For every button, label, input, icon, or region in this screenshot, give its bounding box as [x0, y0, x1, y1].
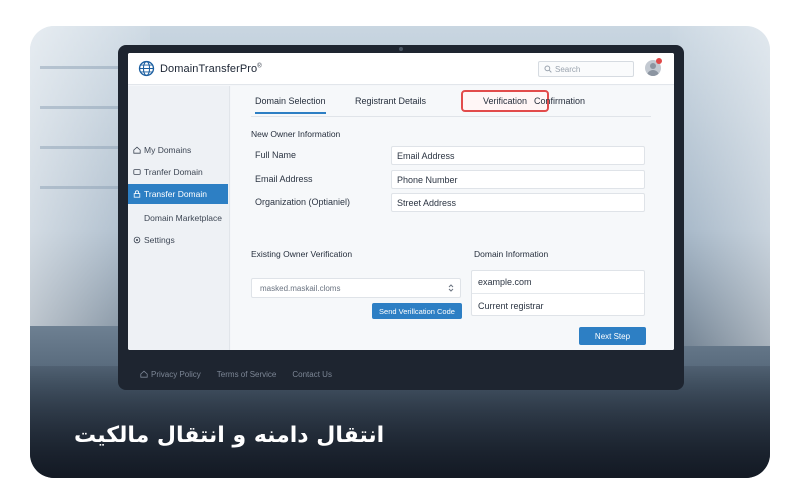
sidebar-item-label: Domain Marketplace	[144, 213, 222, 223]
tab-confirmation[interactable]: Confirmation	[534, 96, 585, 106]
background-window-right	[670, 26, 770, 346]
sidebar: My Domains Tranfer Domain Transfer Domai…	[128, 86, 230, 350]
sidebar-item-settings[interactable]: Settings	[128, 230, 228, 250]
brand-name: DomainTransferPro®	[160, 62, 262, 75]
domain-name: example.com	[478, 277, 532, 287]
tab-registrant-details[interactable]: Registrant Details	[355, 96, 426, 106]
footer-link-contact[interactable]: Contact Us	[292, 370, 332, 379]
sidebar-item-transfer-domain[interactable]: Transfer Domain	[128, 184, 228, 204]
search-placeholder: Search	[555, 64, 581, 74]
notification-badge	[656, 58, 662, 64]
sidebar-item-domain-marketplace[interactable]: Domain Marketplace	[128, 208, 228, 228]
gear-icon	[132, 236, 141, 245]
globe-icon	[138, 60, 155, 77]
sidebar-item-label: My Domains	[144, 145, 192, 155]
search-input[interactable]: Search	[538, 61, 634, 77]
footer-link-privacy[interactable]: Privacy Policy	[140, 370, 201, 379]
label-email-address: Email Address	[255, 174, 313, 184]
footer-link-terms[interactable]: Terms of Service	[217, 370, 277, 379]
email-address-field[interactable]: Email Address	[391, 146, 645, 165]
tab-domain-selection[interactable]: Domain Selection	[255, 96, 326, 114]
sidebar-item-label: Transfer Domain	[144, 189, 207, 199]
owner-email-value: masked.maskail.cloms	[260, 283, 341, 293]
street-address-field[interactable]: Street Address	[391, 193, 645, 212]
app-header: DomainTransferPro® Search	[128, 53, 674, 85]
divider	[472, 293, 644, 294]
phone-number-field[interactable]: Phone Number	[391, 170, 645, 189]
sidebar-item-label: Tranfer Domain	[144, 167, 203, 177]
owner-email-select[interactable]: masked.maskail.cloms	[251, 278, 461, 298]
photo-card: DomainTransferPro® Search My Domains Tra…	[30, 26, 770, 478]
lock-icon	[132, 190, 141, 199]
next-step-button[interactable]: Next Step	[579, 327, 646, 345]
chevron-updown-icon	[448, 284, 454, 292]
domain-info-box: example.com Current registrar	[471, 270, 645, 316]
wizard-tabs: Domain Selection Registrant Details Veri…	[251, 86, 651, 117]
caption-title: انتقال دامنه و انتقال مالکیت	[74, 423, 385, 448]
brand-logo[interactable]: DomainTransferPro®	[138, 60, 262, 77]
home-icon	[140, 370, 148, 378]
section-title-existing-owner: Existing Owner Verification	[251, 249, 353, 259]
monitor: DomainTransferPro® Search My Domains Tra…	[118, 45, 684, 390]
footer-link-label: Privacy Policy	[151, 369, 201, 379]
label-full-name: Full Name	[255, 150, 297, 160]
app-footer: Privacy Policy Terms of Service Contact …	[128, 362, 674, 386]
home-icon	[132, 146, 141, 155]
label-organization: Organization (Optianiel)	[255, 197, 351, 207]
current-registrar: Current registrar	[478, 301, 544, 311]
sidebar-item-label: Settings	[144, 235, 175, 245]
transfer-icon	[132, 168, 141, 177]
app-screen: DomainTransferPro® Search My Domains Tra…	[128, 53, 674, 350]
section-title-domain-info: Domain Information	[474, 249, 549, 259]
section-title-new-owner: New Owner Information	[251, 129, 341, 139]
sidebar-item-my-domains[interactable]: My Domains	[128, 140, 228, 160]
sidebar-item-tranfer-domain[interactable]: Tranfer Domain	[128, 162, 228, 182]
send-verification-code-button[interactable]: Send Verillcation Code	[372, 303, 462, 319]
camera-icon	[399, 47, 403, 51]
main-content: Domain Selection Registrant Details Veri…	[231, 86, 674, 350]
tab-verification: Verification	[482, 96, 528, 106]
search-icon	[544, 65, 552, 73]
